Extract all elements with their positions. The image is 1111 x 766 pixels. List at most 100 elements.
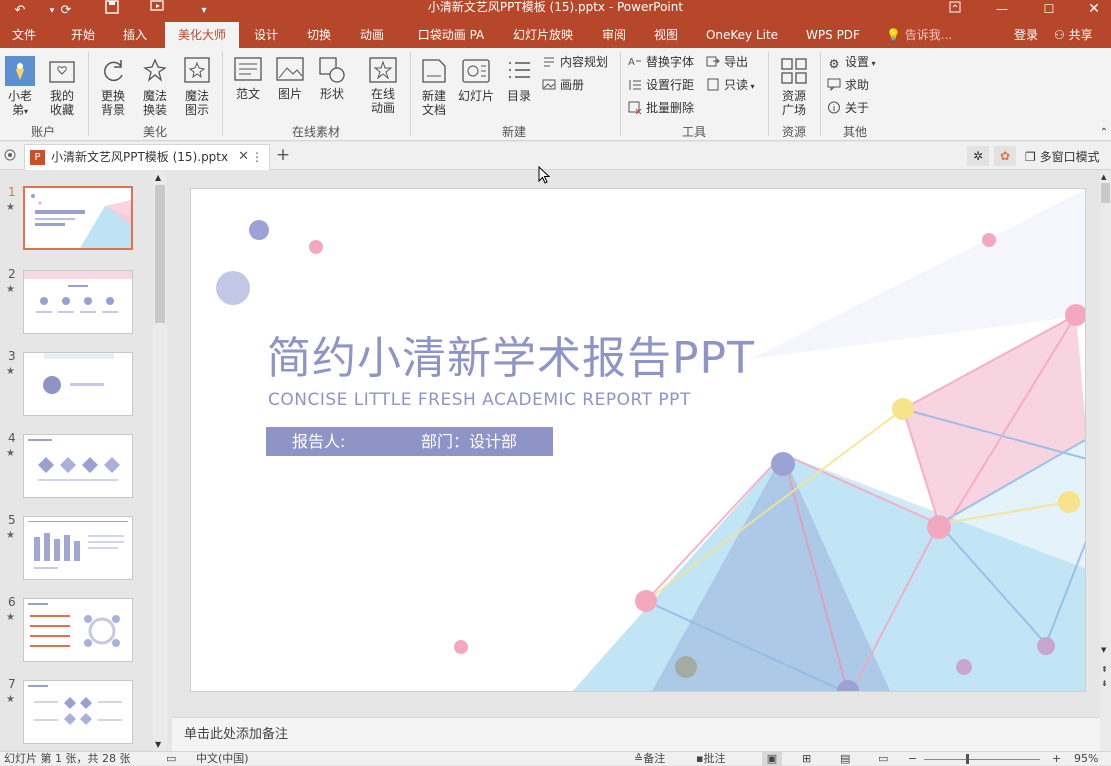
animation-star-icon: ★ — [6, 284, 15, 295]
tab-design[interactable]: 设计 — [244, 22, 288, 48]
tab-slideshow[interactable]: 幻灯片放映 — [505, 22, 581, 48]
tell-me-box[interactable]: 💡 告诉我... — [886, 22, 952, 48]
slide-thumbnail-2[interactable] — [23, 270, 133, 334]
tab-transitions[interactable]: 切换 — [297, 22, 341, 48]
replace-font-label: 替换字体 — [646, 55, 695, 69]
zoom-in-icon[interactable]: + — [1052, 752, 1061, 766]
zoom-slider-thumb[interactable] — [966, 754, 969, 764]
line-spacing-button[interactable]: 设置行距 — [628, 76, 694, 94]
resource-plaza-label-2: 广场 — [781, 103, 806, 117]
scroll-down-icon[interactable]: ▼ — [1101, 646, 1106, 654]
scroll-thumb[interactable] — [155, 185, 165, 323]
thumbnail-scrollbar[interactable]: ▲ ▼ — [153, 171, 167, 751]
slide-title-chinese[interactable]: 简约小清新学术报告PPT — [267, 322, 755, 386]
list-icon — [509, 62, 530, 78]
tab-review[interactable]: 审阅 — [594, 22, 634, 48]
tab-onekey-lite[interactable]: OneKey Lite — [698, 22, 786, 48]
new-document-button[interactable]: 新建 文档 — [416, 56, 452, 117]
zoom-slider[interactable] — [924, 759, 1040, 760]
about-button[interactable]: 关于 — [827, 99, 869, 117]
comments-toggle[interactable]: ▪ 批注 — [696, 752, 725, 766]
change-background-button[interactable]: 更换 背景 — [96, 56, 130, 117]
tab-file[interactable]: 文件 — [0, 22, 48, 48]
scroll-up-icon[interactable]: ▲ — [1101, 173, 1106, 181]
slide-sorter-view-icon[interactable]: ⊞ — [802, 752, 811, 766]
magic-diagram-button[interactable]: 魔法 图示 — [180, 56, 214, 117]
slide-thumbnail-4[interactable] — [23, 434, 133, 498]
language-status[interactable]: 中文(中国) — [196, 752, 249, 766]
zoom-level[interactable]: 95% — [1074, 752, 1098, 766]
collapse-ribbon-icon[interactable]: ⌃ — [1098, 126, 1110, 140]
slide-thumbnail-7[interactable] — [23, 680, 133, 744]
scroll-down-icon[interactable]: ▼ — [155, 740, 161, 749]
tab-wps-pdf[interactable]: WPS PDF — [797, 22, 869, 48]
tab-beautify-master[interactable]: 美化大师 — [165, 22, 239, 48]
slide-canvas[interactable]: 简约小清新学术报告PPT CONCISE LITTLE FRESH ACADEM… — [190, 188, 1086, 692]
reading-view-icon[interactable]: ▤ — [840, 752, 850, 766]
replace-font-button[interactable]: A 替换字体 — [628, 53, 694, 71]
tab-view[interactable]: 视图 — [646, 22, 686, 48]
scroll-up-icon[interactable]: ▲ — [155, 173, 161, 182]
slide-thumbnail-3[interactable] — [23, 352, 133, 416]
zoom-out-icon[interactable]: − — [908, 752, 917, 766]
content-planning-label: 内容规划 — [560, 55, 609, 69]
tab-more-icon[interactable]: ⋮ — [251, 145, 263, 169]
next-slide-icon[interactable]: ⇟ — [1101, 679, 1108, 688]
slide-thumbnail-1[interactable] — [23, 186, 133, 250]
mouse-cursor-icon — [538, 165, 551, 187]
settings-button[interactable]: ⚙ 设置 ▾ — [827, 53, 876, 73]
ribbon-display-icon[interactable] — [940, 0, 970, 22]
previous-slide-icon[interactable]: ⇞ — [1101, 665, 1108, 674]
tab-pocket-animation[interactable]: 口袋动画 PA — [410, 22, 492, 48]
flower-settings-icon[interactable]: ✿ — [994, 146, 1016, 166]
new-tab-button[interactable]: + — [272, 144, 294, 168]
tab-home[interactable]: 开始 — [60, 22, 106, 48]
gear-icon: ⚙ — [828, 57, 840, 71]
maximize-icon[interactable]: ☐ — [1034, 0, 1064, 22]
reporter-bar[interactable]: 报告人: 部门：设计部 — [266, 427, 553, 456]
read-only-label: 只读 — [724, 78, 749, 92]
spell-check-icon[interactable]: ▭ — [166, 752, 176, 766]
grid-icon — [781, 58, 807, 84]
batch-delete-button[interactable]: 批量删除 — [628, 99, 694, 117]
tab-insert[interactable]: 插入 — [112, 22, 158, 48]
slide-title-english[interactable]: CONCISE LITTLE FRESH ACADEMIC REPORT PPT — [268, 390, 691, 410]
online-animation-button[interactable]: 在线 动画 — [364, 56, 402, 115]
shape-button[interactable]: 形状 — [314, 56, 350, 101]
tab-animations[interactable]: 动画 — [350, 22, 394, 48]
user-account-button[interactable]: 小老 弟▾ — [4, 56, 36, 119]
slide-thumbnail-panel[interactable]: 1 ★ 2 ★ 3 ★ 4 ★ 5 ★ 6 ★ 7 ★ — [0, 171, 168, 751]
picture-button[interactable]: 图片 — [272, 56, 308, 101]
minimize-icon[interactable]: — — [987, 0, 1017, 22]
slide-thumbnail-5[interactable] — [23, 516, 133, 580]
pin-icon[interactable]: ✲ — [967, 146, 989, 166]
multi-window-button[interactable]: ❐ 多窗口模式 — [1025, 148, 1100, 165]
album-button[interactable]: 画册 — [542, 76, 584, 94]
read-only-button[interactable]: 只读 ▾ — [706, 76, 755, 96]
slideshow-view-icon[interactable]: ▭ — [878, 752, 888, 766]
slide-thumbnail-6[interactable] — [23, 598, 133, 662]
normal-view-icon[interactable]: ▣ — [762, 752, 782, 766]
sign-in-link[interactable]: 登录 — [1014, 22, 1038, 48]
new-slide-button[interactable]: 幻灯片 — [456, 56, 496, 103]
notes-pane[interactable]: 单击此处添加备注 — [172, 717, 1100, 751]
document-tab[interactable]: P 小清新文艺风PPT模板 (15).pptx ✕ ⋮ — [24, 144, 270, 170]
table-of-contents-button[interactable]: 目录 — [502, 56, 536, 103]
animation-star-icon: ★ — [6, 530, 15, 541]
close-tab-icon[interactable]: ✕ — [238, 145, 249, 169]
slide-scrollbar[interactable]: ▲ ▼ ⇞ ⇟ — [1100, 171, 1111, 751]
my-favorites-button[interactable]: 我的 收藏 — [44, 56, 80, 117]
tab-settings-icon[interactable] — [3, 148, 17, 162]
content-planning-button[interactable]: 内容规划 — [542, 53, 608, 71]
resource-plaza-button[interactable]: 资源 广场 — [776, 56, 812, 117]
help-button[interactable]: 求助 — [827, 76, 869, 94]
magic-diagram-label-1: 魔法 — [184, 89, 209, 103]
scroll-thumb[interactable] — [1101, 183, 1110, 203]
magic-outfit-button[interactable]: 魔法 换装 — [138, 56, 172, 117]
template-sample-button[interactable]: 范文 — [230, 56, 266, 101]
notes-toggle[interactable]: ≙ 备注 — [634, 752, 665, 766]
close-icon[interactable]: ✕ — [1079, 0, 1109, 22]
share-button[interactable]: ⚇ 共享 — [1054, 22, 1093, 48]
change-bg-label-1: 更换 — [100, 89, 125, 103]
export-button[interactable]: 导出 — [706, 53, 748, 71]
